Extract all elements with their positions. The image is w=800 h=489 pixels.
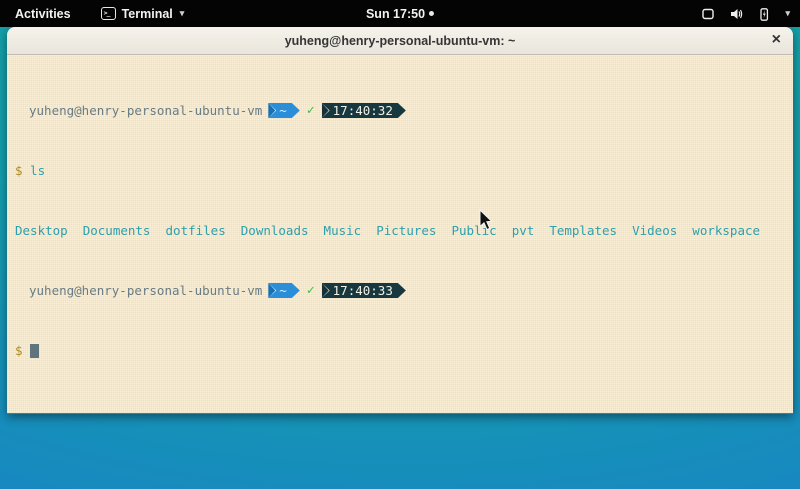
prompt-line-1: yuheng@henry-personal-ubuntu-vm ~ ✓ 17:4… [15, 103, 785, 118]
top-bar: Activities >_ Terminal ▾ Sun 17:50 ▾ [0, 0, 800, 27]
chevron-down-icon: ▾ [785, 8, 790, 19]
notification-dot [429, 11, 434, 16]
command-line: $ ls [15, 163, 785, 178]
prompt-time: 17:40:33 [322, 283, 406, 298]
battery-charging-icon [756, 6, 772, 22]
window-title: yuheng@henry-personal-ubuntu-vm: ~ [285, 34, 516, 48]
system-menu[interactable]: ▾ [696, 4, 794, 24]
powerline-time-segment: 17:40:32 [322, 103, 406, 118]
prompt-line-2: yuheng@henry-personal-ubuntu-vm ~ ✓ 17:4… [15, 283, 785, 298]
prompt-dollar: $ [15, 163, 23, 178]
status-check-icon: ✓ [307, 103, 315, 118]
input-line[interactable]: $ [15, 343, 785, 358]
prompt-dollar: $ [15, 343, 23, 358]
top-bar-right: ▾ [696, 4, 794, 24]
title-bar[interactable]: yuheng@henry-personal-ubuntu-vm: ~ × [7, 27, 793, 55]
close-button[interactable]: × [772, 30, 781, 50]
app-menu-label: Terminal [122, 7, 173, 21]
ls-output: Desktop Documents dotfiles Downloads Mus… [15, 223, 785, 238]
clock-button[interactable]: Sun 17:50 [366, 7, 434, 21]
mouse-cursor [479, 209, 494, 231]
screen-icon [700, 6, 716, 22]
prompt-time: 17:40:32 [322, 103, 406, 118]
volume-icon [728, 6, 744, 22]
terminal-window: yuheng@henry-personal-ubuntu-vm: ~ × yuh… [7, 27, 793, 414]
powerline-cwd-segment: ~ [268, 103, 300, 118]
prompt-user: yuheng@henry-personal-ubuntu-vm [29, 283, 262, 298]
activities-button[interactable]: Activities [11, 5, 75, 23]
chevron-down-icon: ▾ [180, 8, 185, 19]
powerline-cwd-segment: ~ [268, 283, 300, 298]
app-menu[interactable]: >_ Terminal ▾ [97, 5, 189, 23]
terminal-content[interactable]: yuheng@henry-personal-ubuntu-vm ~ ✓ 17:4… [7, 55, 793, 413]
powerline-time-segment: 17:40:33 [322, 283, 406, 298]
top-bar-left: Activities >_ Terminal ▾ [11, 5, 188, 23]
command-text: ls [23, 163, 46, 178]
terminal-cursor [30, 344, 39, 358]
terminal-icon: >_ [101, 7, 116, 20]
prompt-user: yuheng@henry-personal-ubuntu-vm [29, 103, 262, 118]
status-check-icon: ✓ [307, 283, 315, 298]
clock-label: Sun 17:50 [366, 7, 425, 21]
